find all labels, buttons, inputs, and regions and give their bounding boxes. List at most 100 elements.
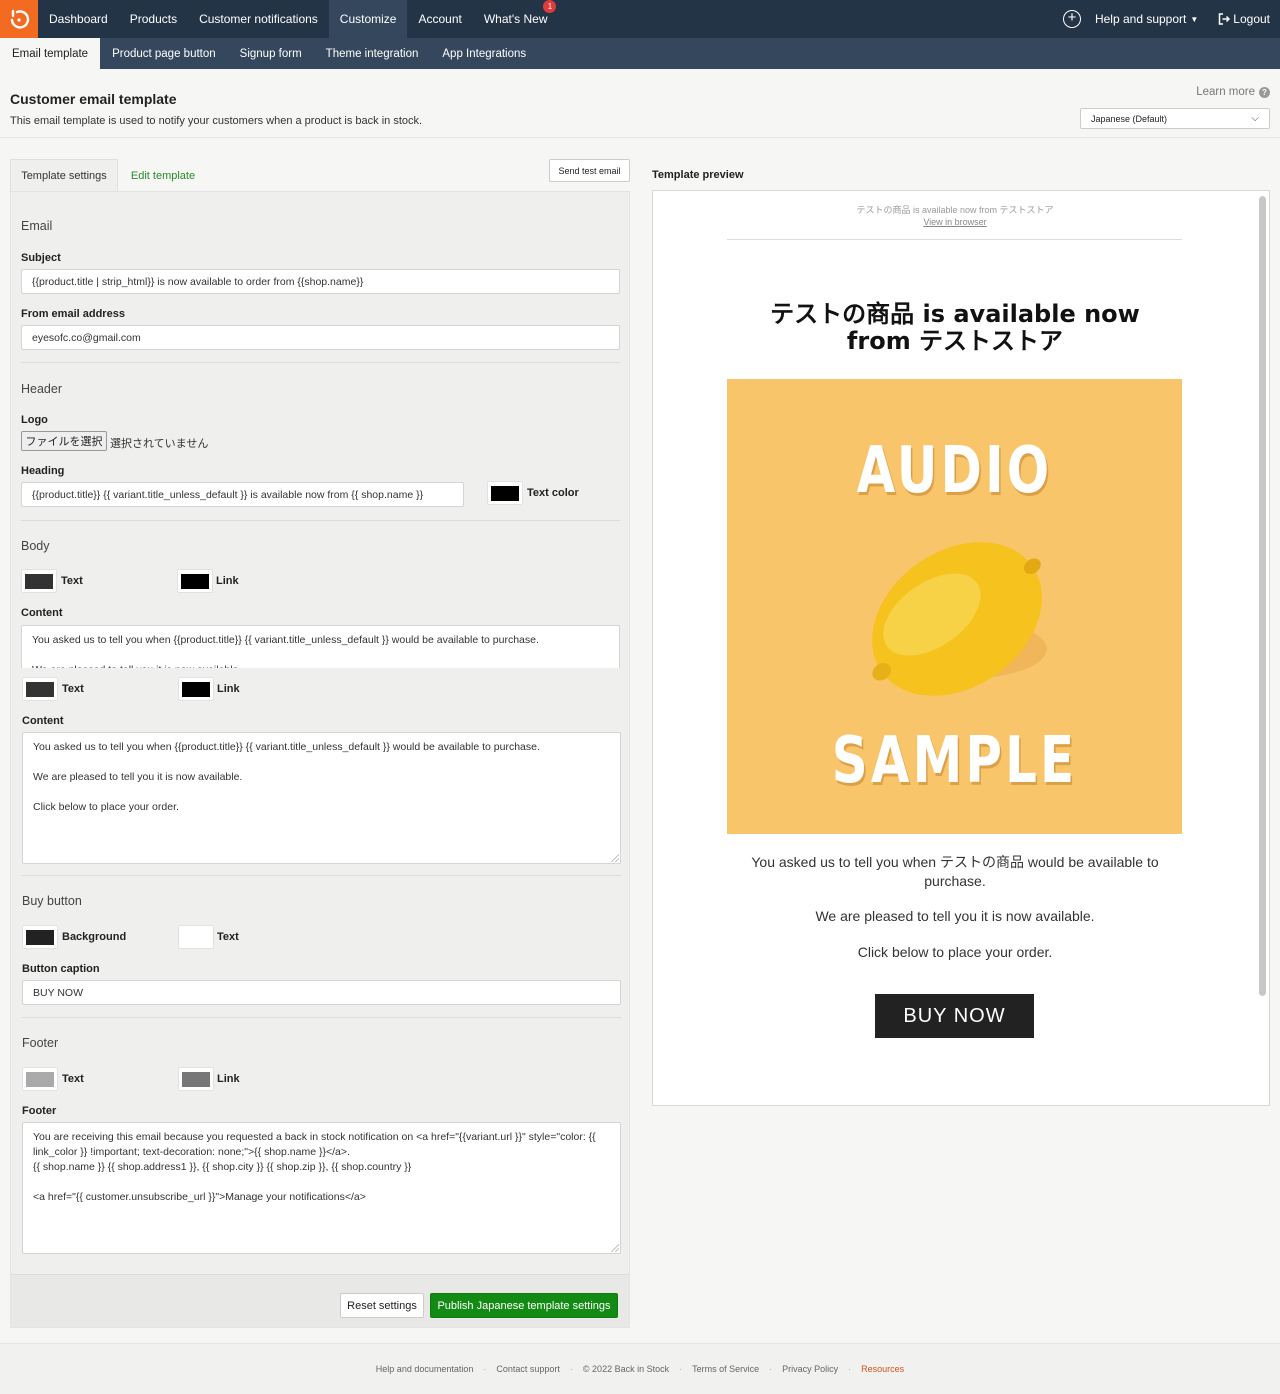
learn-more-label: Learn more bbox=[1196, 86, 1255, 98]
tab-product-page-button[interactable]: Product page button bbox=[100, 38, 228, 69]
footer-separator: · bbox=[848, 1364, 852, 1374]
footer-text-color-swatch bbox=[26, 1071, 54, 1087]
footer-link-contact[interactable]: Contact support bbox=[496, 1364, 560, 1374]
nav-logout[interactable]: Logout bbox=[1208, 0, 1280, 38]
lemon-illustration bbox=[872, 542, 1047, 696]
body-text-label: Text bbox=[62, 683, 84, 695]
footer-link-color-picker[interactable] bbox=[178, 1067, 214, 1091]
background-label: Background bbox=[62, 931, 127, 943]
send-test-email-button[interactable]: Send test email bbox=[549, 159, 630, 182]
site-footer: Help and documentation · Contact support… bbox=[0, 1343, 1280, 1394]
language-select[interactable]: Japanese (Default) ⌵ bbox=[1080, 108, 1270, 129]
footer-separator: · bbox=[569, 1364, 573, 1374]
body-settings-block: Text Link Content You asked us to tell y… bbox=[11, 668, 629, 1274]
tab-theme-integration[interactable]: Theme integration bbox=[314, 38, 431, 69]
nav-dashboard[interactable]: Dashboard bbox=[38, 0, 119, 38]
preview-body-line: Click below to place your order. bbox=[857, 944, 1053, 960]
button-text-color-swatch bbox=[182, 929, 210, 945]
content-line: Click below to place your order. bbox=[33, 801, 179, 813]
button-background-color-picker[interactable] bbox=[22, 925, 58, 949]
section-buy-button-title: Buy button bbox=[22, 894, 82, 908]
view-in-browser-link[interactable]: View in browser bbox=[653, 217, 1257, 227]
header-divider bbox=[0, 137, 1280, 138]
logout-label: Logout bbox=[1233, 12, 1270, 26]
footer-label: Footer bbox=[22, 1105, 57, 1117]
content-label: Content bbox=[21, 607, 63, 619]
section-email-title: Email bbox=[21, 219, 53, 233]
heading-label: Heading bbox=[21, 465, 65, 477]
sub-nav: Email template Product page button Signu… bbox=[0, 38, 1280, 69]
add-circle-icon[interactable]: + bbox=[1062, 10, 1081, 28]
back-in-stock-logo-icon bbox=[10, 9, 30, 29]
content-textarea-partial[interactable]: You asked us to tell you when {{product.… bbox=[21, 625, 620, 669]
nav-products[interactable]: Products bbox=[119, 0, 188, 38]
choose-file-button[interactable]: ファイルを選択 bbox=[21, 431, 107, 451]
tab-signup-form[interactable]: Signup form bbox=[228, 38, 314, 69]
tab-template-settings[interactable]: Template settings bbox=[10, 159, 118, 192]
content-line-spacer bbox=[33, 755, 610, 770]
content-line-spacer bbox=[32, 648, 609, 663]
nav-whats-new-label: What's New bbox=[483, 12, 548, 26]
question-icon: ? bbox=[1259, 86, 1270, 98]
footer-line: <a href="{{ customer.unsubscribe_url }}"… bbox=[33, 1191, 366, 1203]
footer-link-privacy[interactable]: Privacy Policy bbox=[782, 1364, 838, 1374]
nav-customer-notifications[interactable]: Customer notifications bbox=[188, 0, 329, 38]
tab-edit-template[interactable]: Edit template bbox=[118, 159, 208, 192]
no-file-selected-text: 選択されていません bbox=[110, 438, 209, 450]
nav-help-support[interactable]: Help and support ▼ bbox=[1085, 0, 1208, 38]
footer-text-color-picker[interactable] bbox=[22, 1067, 58, 1091]
footer-link-terms[interactable]: Terms of Service bbox=[692, 1364, 759, 1374]
content-textarea[interactable]: You asked us to tell you when {{product.… bbox=[22, 732, 621, 864]
panel-actions-bar: Reset settings Publish Japanese template… bbox=[11, 1274, 629, 1327]
learn-more-link[interactable]: Learn more ? bbox=[1196, 86, 1270, 98]
body-link-label: Link bbox=[216, 575, 239, 587]
subject-input[interactable]: {{product.title | strip_html}} is now av… bbox=[21, 269, 620, 294]
publish-template-button[interactable]: Publish Japanese template settings bbox=[430, 1293, 618, 1318]
body-link-color-picker[interactable] bbox=[177, 569, 213, 593]
subject-label: Subject bbox=[21, 252, 61, 264]
preview-buy-now-button[interactable]: BUY NOW bbox=[875, 994, 1034, 1038]
nav-customize[interactable]: Customize bbox=[328, 0, 408, 38]
product-image: AUDIO SAMPLE bbox=[727, 379, 1182, 834]
content-line: We are pleased to tell you it is now ava… bbox=[33, 771, 243, 783]
button-caption-label: Button caption bbox=[22, 963, 100, 975]
help-support-label: Help and support bbox=[1094, 12, 1187, 26]
app-logo[interactable] bbox=[0, 0, 38, 38]
footer-separator: · bbox=[679, 1364, 683, 1374]
preview-heading: テストの商品 is available now from テストストア bbox=[770, 300, 1140, 355]
text-color-label: Text color bbox=[527, 487, 579, 499]
preview-scrollbar[interactable] bbox=[1259, 196, 1266, 996]
body-link-color-picker[interactable] bbox=[178, 677, 214, 701]
section-footer-title: Footer bbox=[22, 1036, 59, 1050]
from-email-label: From email address bbox=[21, 308, 125, 320]
footer-separator: · bbox=[483, 1364, 487, 1374]
from-email-input[interactable]: eyesofc.co@gmail.com bbox=[21, 325, 620, 350]
footer-link-resources[interactable]: Resources bbox=[861, 1364, 904, 1374]
top-nav: Dashboard Products Customer notification… bbox=[0, 0, 1280, 38]
content-line: You asked us to tell you when {{product.… bbox=[32, 634, 539, 646]
tab-email-template[interactable]: Email template bbox=[0, 38, 101, 69]
image-word-top: AUDIO bbox=[856, 434, 1053, 508]
divider bbox=[22, 1017, 621, 1018]
button-caption-input[interactable]: BUY NOW bbox=[22, 980, 621, 1005]
footer-text-label: Text bbox=[62, 1073, 84, 1085]
image-word-bottom: SAMPLE bbox=[831, 724, 1078, 798]
nav-whats-new[interactable]: What's New 1 bbox=[473, 0, 559, 38]
preview-body-line: We are pleased to tell you it is now ava… bbox=[815, 908, 1095, 924]
resize-grip-icon[interactable] bbox=[611, 854, 619, 862]
heading-input[interactable]: {{product.title}} {{ variant.title_unles… bbox=[21, 482, 464, 507]
content-label: Content bbox=[22, 715, 64, 727]
reset-settings-button[interactable]: Reset settings bbox=[340, 1293, 424, 1318]
divider bbox=[21, 362, 620, 363]
footer-line: link_color }} !important; text-decoratio… bbox=[33, 1146, 350, 1158]
resize-grip-icon[interactable] bbox=[611, 1244, 619, 1252]
button-text-color-picker[interactable] bbox=[178, 925, 214, 949]
tab-app-integrations[interactable]: App Integrations bbox=[430, 38, 538, 69]
heading-text-color-picker[interactable] bbox=[487, 481, 523, 505]
body-text-color-picker[interactable] bbox=[22, 677, 58, 701]
footer-textarea[interactable]: You are receiving this email because you… bbox=[22, 1122, 621, 1254]
body-text-color-picker[interactable] bbox=[21, 569, 57, 593]
nav-account[interactable]: Account bbox=[407, 0, 472, 38]
preview-divider bbox=[727, 239, 1182, 240]
footer-link-help[interactable]: Help and documentation bbox=[376, 1364, 474, 1374]
